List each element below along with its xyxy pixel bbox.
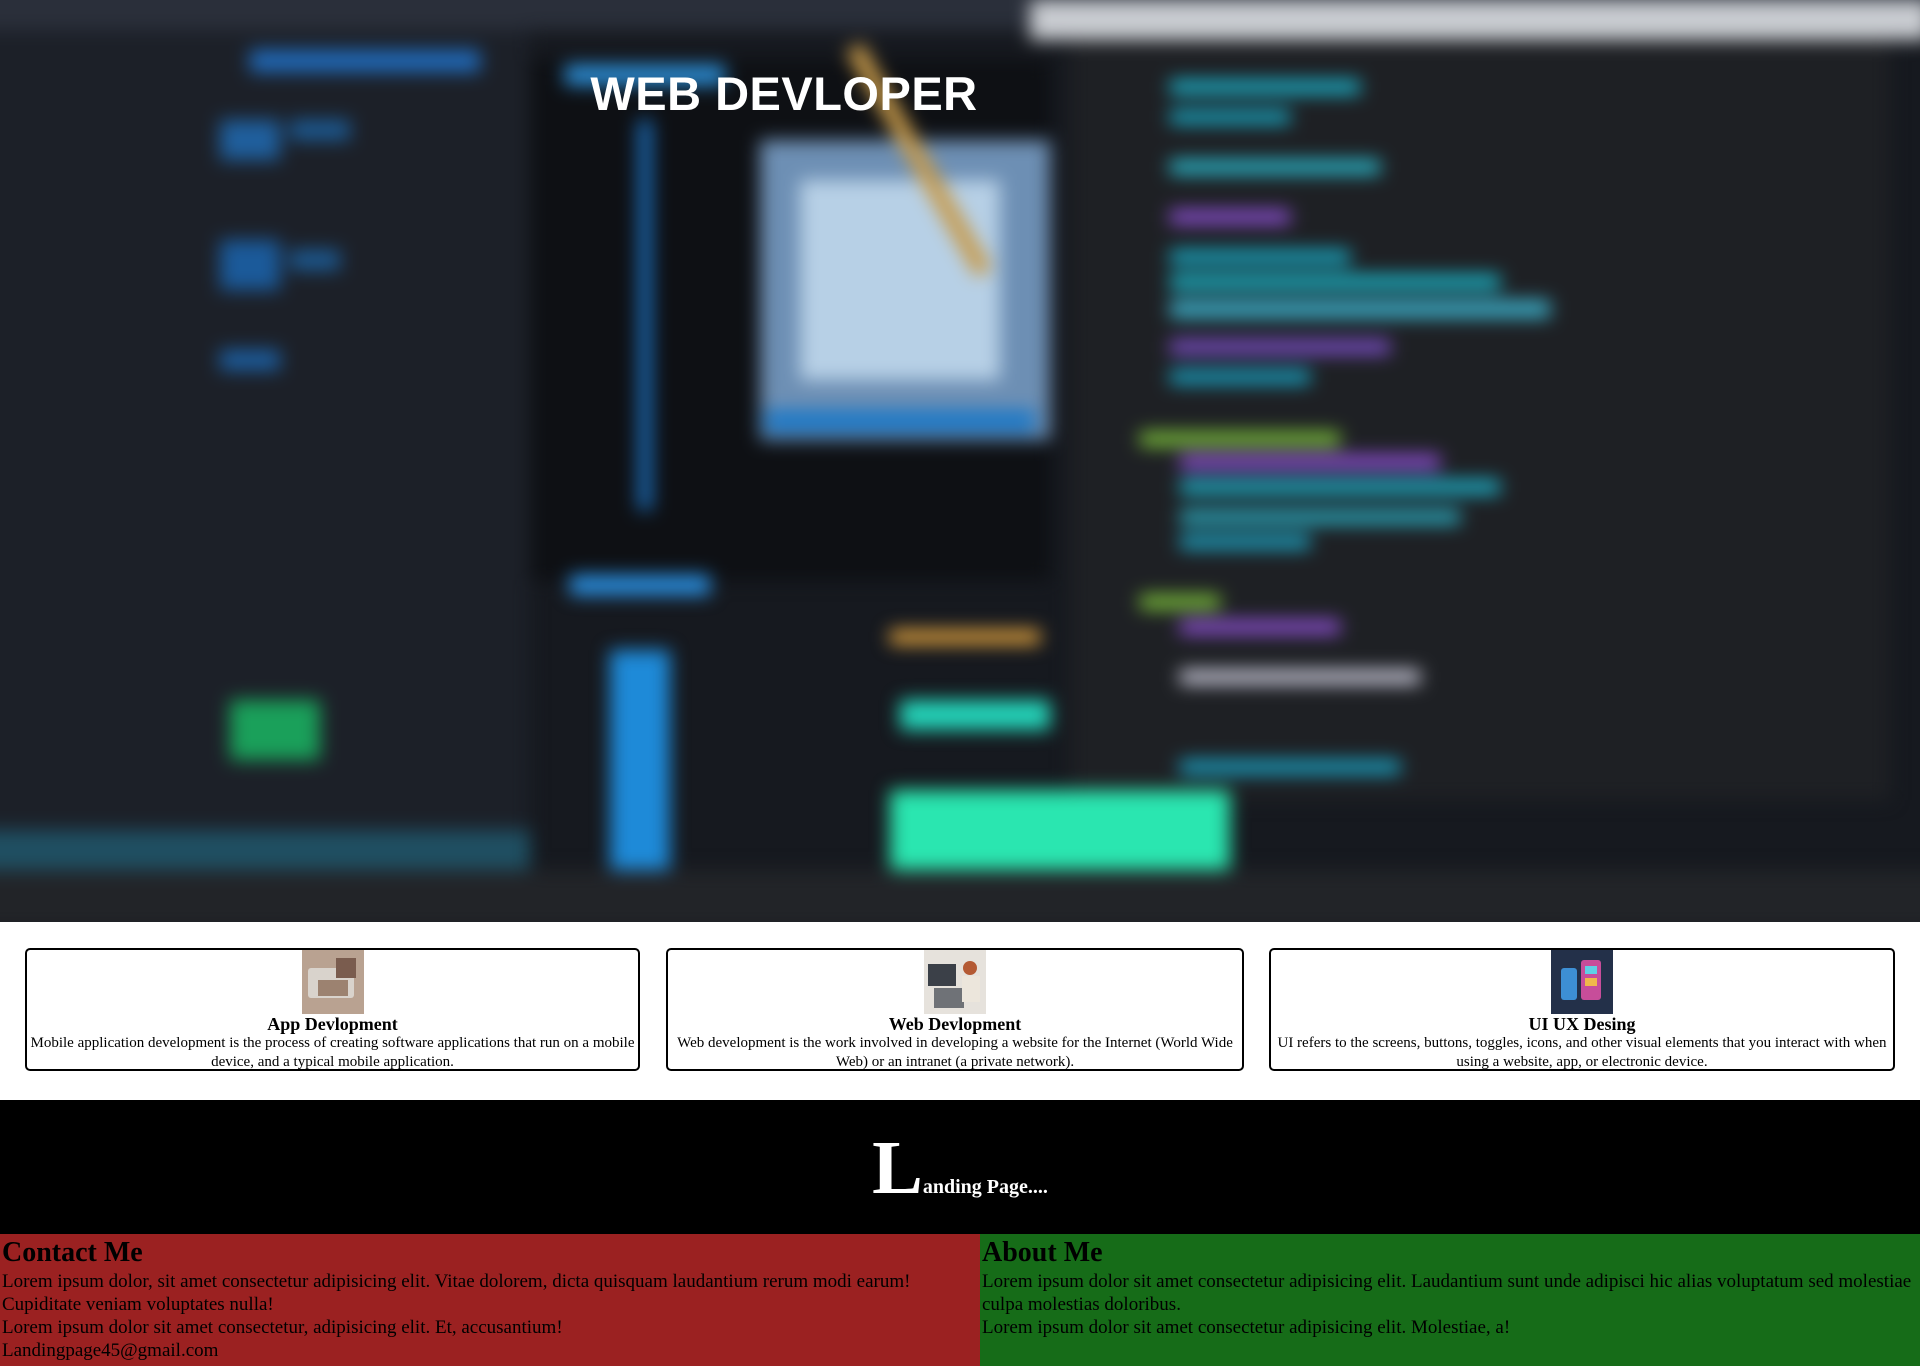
landing-banner: Landing Page....: [0, 1100, 1920, 1234]
contact-paragraph: Lorem ipsum dolor, sit amet consectetur …: [2, 1271, 911, 1315]
contact-paragraph: Lorem ipsum dolor sit amet consectetur, …: [2, 1317, 563, 1338]
card-text: UI refers to the screens, buttons, toggl…: [1277, 1035, 1887, 1070]
landing-initial: L: [872, 1126, 923, 1210]
services-section: App Devlopment Mobile application develo…: [0, 922, 1920, 1100]
hero-background-image: [0, 0, 1920, 922]
about-section: About Me Lorem ipsum dolor sit amet cons…: [980, 1234, 1920, 1366]
service-card-uiux: UI UX Desing UI refers to the screens, b…: [1269, 948, 1895, 1071]
contact-section: Contact Me Lorem ipsum dolor, sit amet c…: [0, 1234, 980, 1366]
about-heading: About Me: [982, 1237, 1103, 1268]
web-dev-thumbnail: [924, 950, 986, 1014]
card-text: Web development is the work involved in …: [677, 1035, 1233, 1070]
service-card-web: Web Devlopment Web development is the wo…: [666, 948, 1244, 1071]
card-title: UI UX Desing: [1528, 1014, 1636, 1034]
landing-text: anding Page....: [922, 1176, 1048, 1198]
footer-sections: Contact Me Lorem ipsum dolor, sit amet c…: [0, 1234, 1920, 1366]
card-text: Mobile application development is the pr…: [30, 1035, 635, 1070]
about-paragraph: Lorem ipsum dolor sit amet consectetur a…: [982, 1271, 1912, 1315]
card-title: Web Devlopment: [888, 1014, 1022, 1034]
about-paragraph: Lorem ipsum dolor sit amet consectetur a…: [982, 1317, 1511, 1338]
hero-banner: WEB DEVLOPER: [0, 0, 1920, 922]
uiux-thumbnail: [1551, 950, 1613, 1014]
landing-heading: Landing Page....: [0, 1128, 1920, 1208]
card-title: App Devlopment: [267, 1014, 398, 1034]
app-dev-thumbnail: [301, 950, 364, 1014]
contact-email: Landingpage45@gmail.com: [2, 1340, 219, 1361]
page-title: WEB DEVLOPER: [590, 67, 978, 120]
contact-heading: Contact Me: [2, 1237, 143, 1268]
service-card-app: App Devlopment Mobile application develo…: [25, 948, 640, 1071]
